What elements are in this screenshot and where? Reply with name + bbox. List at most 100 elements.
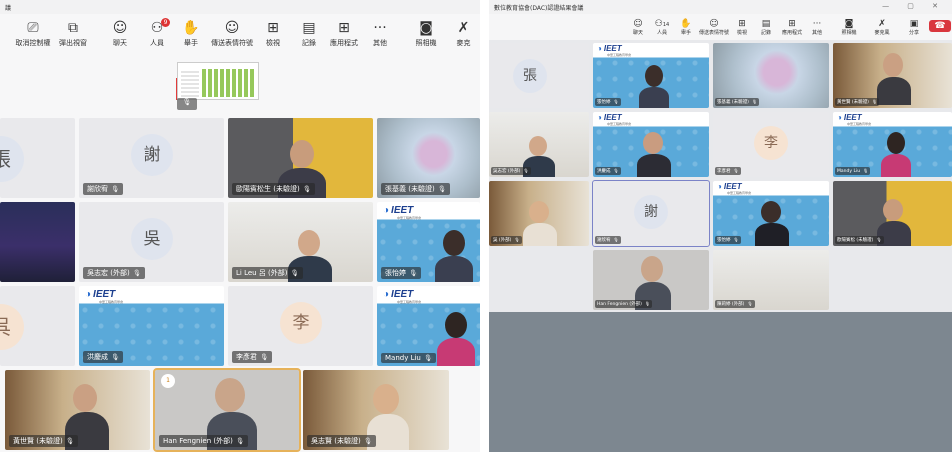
raise-hand-button[interactable]: ✋ 舉手 xyxy=(671,18,701,37)
participant-name: 歐陽賓松生 (未驗證) 🎙 xyxy=(232,183,315,195)
participant-tile[interactable]: ◑ IEET 中華工程教育學會 張怡婷 🎙 xyxy=(377,202,480,282)
participant-name: 陳莉婷 (外部) 🎙 xyxy=(715,300,755,308)
avatar: 謝 xyxy=(131,134,173,176)
participant-tile[interactable]: ◑ IEET 中華工程教育學會 張怡婷 🎙 xyxy=(713,181,829,246)
chat-button[interactable]: ☺ 聊天 xyxy=(99,18,141,48)
mic-muted-icon: 🎙 xyxy=(871,99,878,104)
participant-tile[interactable]: 謝 謝欣宥 🎙 xyxy=(79,118,224,198)
shared-sidebar xyxy=(181,69,199,97)
share-icon: ▣ xyxy=(909,19,919,29)
ieet-logo: ◑ IEET xyxy=(383,205,414,216)
participant-tile[interactable]: 黃世賢 (未驗證) 🎙 xyxy=(833,43,952,108)
camera-button[interactable]: ◙ 照相機 xyxy=(405,18,447,48)
meeting-toolbar: ⎚ 取消控制權 ⧉ 彈出視窗 ☺ 聊天 ⚇ 9 人員 ✋ 舉手 ☺ 傳送表情符號… xyxy=(0,18,480,58)
leave-button[interactable]: ☎ xyxy=(929,20,951,32)
ieet-subtitle: 中華工程教育學會 xyxy=(99,300,124,304)
reactions-button[interactable]: ☺ 傳送表情符號 xyxy=(211,18,253,48)
camera-off-icon: ◙ xyxy=(844,19,854,29)
participant-tile-active[interactable]: 謝 謝欣宥 🎙 xyxy=(592,180,710,247)
mic-muted-icon: 🎙 xyxy=(177,98,197,110)
participant-tile[interactable]: 陳莉婷 (外部) 🎙 xyxy=(713,250,829,310)
participant-name: 吳志宏 (外部) 🎙 xyxy=(83,267,145,279)
participant-tile[interactable]: ◑ IEET 中華工程教育學會 Mandy Liu 🎙 xyxy=(833,112,952,177)
hand-icon: ✋ xyxy=(680,19,692,29)
participant-tile[interactable] xyxy=(0,202,75,282)
ieet-subtitle: 中華工程教育學會 xyxy=(397,300,422,304)
participant-tile[interactable]: Li Leu 呂 (外部) 🎙 xyxy=(228,202,373,282)
participant-tile[interactable]: 歐陽賓松生 (未驗證) 🎙 xyxy=(228,118,373,198)
ieet-logo: ◑ IEET xyxy=(717,182,742,191)
participant-tile[interactable]: 吳志宏 (外部) 🎙 xyxy=(489,112,589,177)
participant-tile[interactable]: 呉 xyxy=(0,286,75,366)
participant-name: 謝欣宥 🎙 xyxy=(595,236,621,244)
participant-tile-active[interactable]: 1 Han Fengnien (外部) 🎙 xyxy=(153,368,301,452)
window-controls[interactable]: — ▢ ✕ xyxy=(882,2,946,10)
raise-hand-button[interactable]: ✋ 舉手 xyxy=(170,18,212,48)
reactions-button[interactable]: ☺ 傳送表情符號 xyxy=(699,18,729,37)
avatar: 謝 xyxy=(634,195,668,229)
mic-muted-icon: 🎙 xyxy=(751,99,758,104)
participant-name: 黃世賢 (未驗證) 🎙 xyxy=(835,98,880,106)
participant-tile[interactable]: 李 李彥君 🎙 xyxy=(713,112,829,177)
ieet-logo: ◑ IEET xyxy=(597,113,622,122)
meeting-toolbar: ☺ 聊天 ⚇14 人員 ✋ 舉手 ☺ 傳送表情符號 ⊞ 檢視 ▤ 記錄 ⊞ 應用… xyxy=(489,18,952,40)
participant-tile[interactable]: ◑ IEET 中華工程教育學會 張怡婷 🎙 xyxy=(593,43,709,108)
shared-screen-thumbnail[interactable] xyxy=(177,62,259,100)
avatar: 吳 xyxy=(131,218,173,260)
mic-off-icon: ✗ xyxy=(457,20,470,36)
camera-button[interactable]: ◙ 照相機 xyxy=(834,18,864,37)
mic-muted-icon: 🎙 xyxy=(409,270,417,277)
participant-tile[interactable]: ◑ IEET 中華工程教育學會 洪慶成 🎙 xyxy=(593,112,709,177)
participant-tile[interactable]: ◑ IEET 中華工程教育學會 Mandy Liu 🎙 xyxy=(377,286,480,366)
participant-name: 吳志賢 (未驗證) 🎙 xyxy=(307,435,376,447)
participant-tile[interactable]: 張 xyxy=(489,43,589,108)
more-icon: ··· xyxy=(812,19,822,29)
participant-tile[interactable]: 吳 (外部) 🎙 xyxy=(489,181,589,246)
participant-tile[interactable]: 歐陽賓松 (未驗證) 🎙 xyxy=(833,181,952,246)
mic-muted-icon: 🎙 xyxy=(613,237,619,242)
mic-muted-icon: 🎙 xyxy=(747,301,753,306)
participant-tile[interactable]: 黃世賢 (未驗證) 🎙 xyxy=(5,370,150,450)
participant-tile[interactable]: 李 李彥君 🎙 xyxy=(228,286,373,366)
participant-tile[interactable]: 吳 吳志宏 (外部) 🎙 xyxy=(79,202,224,282)
participant-name: 李彥君 🎙 xyxy=(232,351,272,363)
participant-name: 謝欣宥 🎙 xyxy=(83,183,123,195)
ieet-logo: ◑ IEET xyxy=(597,44,622,53)
mic-muted-icon: 🎙 xyxy=(733,168,739,173)
participant-tile[interactable]: 吳志賢 (未驗證) 🎙 xyxy=(303,370,449,450)
camera-off-icon: ◙ xyxy=(419,20,433,36)
mic-off-icon: ✗ xyxy=(878,19,886,29)
avatar: 李 xyxy=(754,126,788,160)
mic-muted-icon: 🎙 xyxy=(302,186,311,193)
more-button[interactable]: ··· 其他 xyxy=(359,18,401,48)
more-icon: ··· xyxy=(373,20,387,36)
share-button[interactable]: ▣ 分享 xyxy=(899,18,929,37)
mic-button[interactable]: ✗ 麥克 xyxy=(447,18,480,48)
mic-muted-icon: 🎙 xyxy=(613,99,619,104)
screen-icon: ⎚ xyxy=(27,20,39,36)
mic-button[interactable]: ✗ 麥克風 xyxy=(867,18,897,37)
stop-control-button[interactable]: ⎚ 取消控制權 xyxy=(12,18,54,48)
smiley-icon: ☺ xyxy=(224,20,240,36)
mic-muted-icon: 🎙 xyxy=(111,186,119,193)
participant-tile[interactable]: ◑ IEET 中華工程教育學會 洪慶成 🎙 xyxy=(79,286,224,366)
participant-tile[interactable]: 張 xyxy=(0,118,75,198)
participant-name: 張怡婷 🎙 xyxy=(595,98,621,106)
participant-tile[interactable]: Han Fengnien (外部) 🎙 xyxy=(593,250,709,310)
empty-stage-area xyxy=(489,312,952,452)
avatar: 呉 xyxy=(0,304,24,350)
participant-tile[interactable]: 張基義 (未驗證) 🎙 xyxy=(377,118,480,198)
participant-name: 黃世賢 (未驗證) 🎙 xyxy=(9,435,78,447)
left-meeting-window: 議 ⎚ 取消控制權 ⧉ 彈出視窗 ☺ 聊天 ⚇ 9 人員 ✋ 舉手 ☺ 傳送表情… xyxy=(0,0,480,452)
people-count-badge: 14 xyxy=(662,22,670,28)
ieet-subtitle: 中華工程教育學會 xyxy=(397,216,422,220)
participant-tile[interactable]: 張基義 (未驗證) 🎙 xyxy=(713,43,829,108)
window-title: 議 xyxy=(0,0,480,14)
participant-name: 歐陽賓松 (未驗證) 🎙 xyxy=(835,236,884,244)
more-button[interactable]: ··· 其他 xyxy=(802,18,832,37)
popout-button[interactable]: ⧉ 彈出視窗 xyxy=(52,18,94,48)
shared-spreadsheet xyxy=(202,69,256,97)
mic-muted-icon: 🎙 xyxy=(437,186,446,193)
avatar: 張 xyxy=(0,136,24,182)
participant-name: 洪慶成 🎙 xyxy=(595,167,621,175)
